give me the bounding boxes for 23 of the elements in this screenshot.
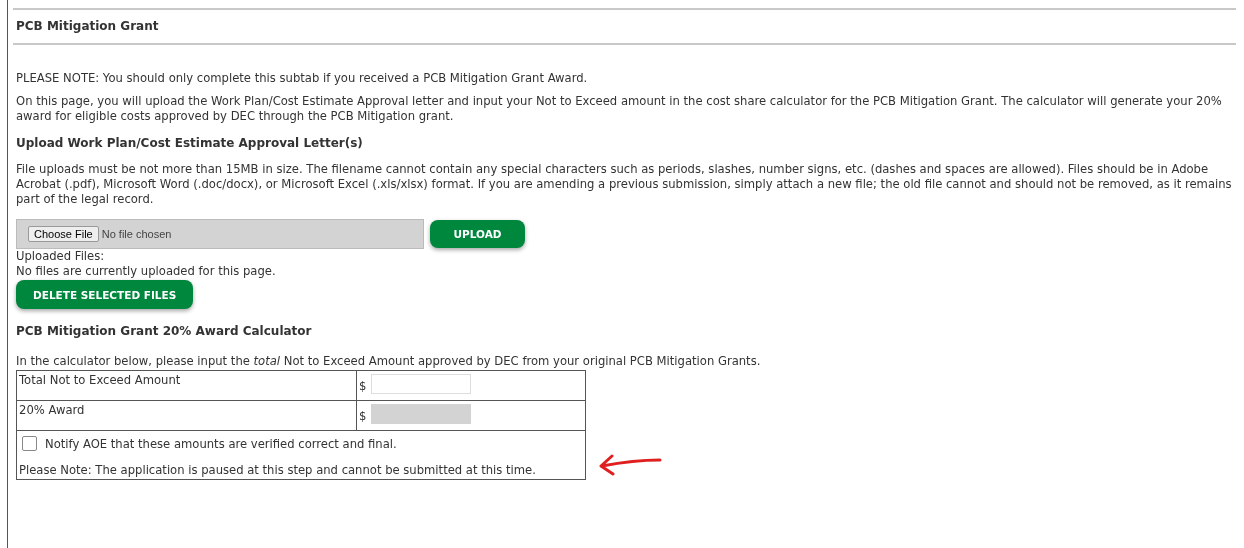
paragraph: On this page, you will upload the Work Plan/Cost Estimate Approval letter and input your Not to Exceed amount in the cost share calculator for the PCB Mitigation Grant. The calculator will generate your 20% award for eligible costs approved by DEC through the PCB Mitigation grant. <box>16 94 1223 124</box>
paragraph: File uploads must be not more than 15MB in size. The filename cannot contain any special characters such as periods, slashes, number signs, etc. (dashes and spaces are allowed). Files should be in Adobe Acrobat (.pdf), Microsoft Word (.doc/docx), or Microsoft Excel (.xls/xlsx) format. If you are amending a previous submission, simply attach a new file; the old file cannot and should not be removed, as it remains part of the legal record. <box>16 162 1233 207</box>
choose-file-button[interactable]: Choose File <box>28 226 99 242</box>
currency-sign: $ <box>359 409 367 423</box>
section-heading: Upload Work Plan/Cost Estimate Approval Letter(s) <box>16 136 364 150</box>
uploaded-label: Uploaded Files: <box>16 249 106 264</box>
file-input[interactable]: Choose File No file chosen <box>16 219 424 249</box>
upload-button[interactable]: UPLOAD <box>430 220 525 248</box>
amount-field[interactable] <box>371 374 472 394</box>
field-label: Total Not to Exceed Amount <box>19 373 181 387</box>
section-title: PCB Mitigation Grant <box>16 19 159 33</box>
checkbox-label: Notify AOE that these amounts are verified correct and final. <box>45 436 397 451</box>
paragraph: PLEASE NOTE: You should only complete this subtab if you received a PCB Mitigation Grant Award. <box>16 71 589 86</box>
field-label: 20% Award <box>19 403 85 417</box>
currency-sign: $ <box>359 379 367 393</box>
delete-files-button[interactable]: DELETE SELECTED FILES <box>16 280 194 309</box>
section-heading: PCB Mitigation Grant 20% Award Calculator <box>16 324 313 338</box>
note-text: Please Note: The application is paused at this step and cannot be submitted at this time. <box>19 463 537 477</box>
arrow-annotation <box>598 452 662 476</box>
uploaded-status: No files are currently uploaded for this page. <box>16 264 277 279</box>
paragraph: In the calculator below, please input the total Not to Exceed Amount approved by DEC from your original PCB Mitigation Grants. <box>16 354 762 369</box>
file-status: No file chosen <box>101 228 172 240</box>
checkbox[interactable] <box>22 436 37 451</box>
